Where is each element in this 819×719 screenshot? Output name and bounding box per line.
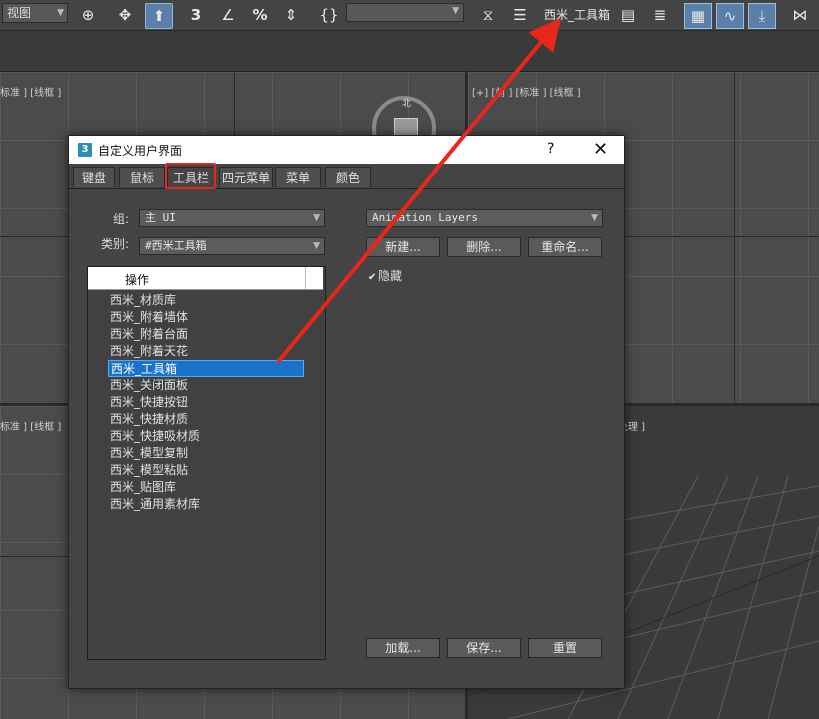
scene-explorer-icon[interactable]: ≣ <box>648 3 672 27</box>
layer-manager-icon[interactable]: ▤ <box>616 3 640 27</box>
column-separator[interactable] <box>305 267 306 289</box>
named-selection-icon[interactable]: {} <box>316 3 342 27</box>
toolbar-select-dropdown[interactable]: Animation Layers ▼ <box>366 209 603 227</box>
dialog-titlebar[interactable]: 3 自定义用户界面 ? ✕ <box>69 136 624 164</box>
group-dropdown-value: 主 UI <box>145 211 176 224</box>
toolbar-select-value: Animation Layers <box>372 211 478 224</box>
view-dropdown-value: 视图 <box>7 6 32 20</box>
tab-annotation-highlight <box>165 163 216 189</box>
customize-ui-dialog: 3 自定义用户界面 ? ✕ 键盘 鼠标 工具栏 四元菜单 菜单 颜色 组: 主 … <box>68 135 625 689</box>
list-item[interactable]: 西米_关闭面板 <box>108 377 308 394</box>
load-button[interactable]: 加载... <box>366 638 440 658</box>
dialog-tabs: 键盘 鼠标 工具栏 四元菜单 菜单 颜色 <box>69 166 624 189</box>
toggle-ribbon-icon[interactable]: ▦ <box>684 3 712 29</box>
list-item[interactable]: 西米_快捷材质 <box>108 411 308 428</box>
category-dropdown[interactable]: #西米工具箱 ▼ <box>139 237 325 255</box>
select-link-icon[interactable]: ⊕ <box>76 3 100 27</box>
help-icon[interactable]: ? <box>547 141 554 157</box>
reset-button[interactable]: 重置 <box>528 638 602 658</box>
main-toolbar: 视图 ▼ ⊕ ✥ ⬆ 3 ∠ % ⇕ {} ▼ ⧖ ☰ 西米_工具箱 ▤ ≣ ▦ … <box>0 0 819 31</box>
action-list-items: 西米_材质库 西米_附着墙体 西米_附着台面 西米_附着天花 西米_工具箱 西米… <box>108 292 308 513</box>
save-button[interactable]: 保存... <box>447 638 521 658</box>
chevron-down-icon: ▼ <box>57 8 64 18</box>
group-dropdown[interactable]: 主 UI ▼ <box>139 209 325 227</box>
list-item[interactable]: 西米_快捷吸材质 <box>108 428 308 445</box>
angle-snap-icon[interactable]: ∠ <box>215 3 241 27</box>
list-item[interactable]: 西米_通用素材库 <box>108 496 308 513</box>
list-item-selected[interactable]: 西米_工具箱 <box>108 360 304 377</box>
select-object-icon[interactable]: ⬆ <box>145 3 173 29</box>
tab-mouse[interactable]: 鼠标 <box>119 167 165 187</box>
chevron-down-icon: ▼ <box>313 213 320 223</box>
list-item[interactable]: 西米_附着墙体 <box>108 309 308 326</box>
tab-colors[interactable]: 颜色 <box>325 167 371 187</box>
chevron-down-icon: ▼ <box>313 241 320 251</box>
list-item[interactable]: 西米_附着天花 <box>108 343 308 360</box>
list-item[interactable]: 西米_材质库 <box>108 292 308 309</box>
tab-menus[interactable]: 菜单 <box>275 167 321 187</box>
mirror-icon[interactable]: ⧖ <box>476 3 500 27</box>
named-selection-dropdown[interactable]: ▼ <box>346 3 464 22</box>
viewcube-north-label: 北 <box>402 99 412 109</box>
category-label: 类别: <box>101 237 130 251</box>
list-item[interactable]: 西米_快捷按钮 <box>108 394 308 411</box>
view-dropdown[interactable]: 视图 ▼ <box>2 3 68 23</box>
chevron-down-icon: ▼ <box>452 6 459 16</box>
tab-keyboard[interactable]: 键盘 <box>73 167 115 187</box>
action-column-header: 操作 <box>125 273 150 287</box>
app-3dsmax-icon: 3 <box>78 143 92 157</box>
snap-3d-icon[interactable]: 3 <box>183 3 209 27</box>
action-list-header[interactable]: 操作 <box>88 267 323 290</box>
delete-button[interactable]: 删除... <box>447 237 521 257</box>
list-item[interactable]: 西米_贴图库 <box>108 479 308 496</box>
curve-editor-icon[interactable]: ∿ <box>716 3 744 29</box>
list-item[interactable]: 西米_附着台面 <box>108 326 308 343</box>
ribbon-area <box>0 31 819 72</box>
list-item[interactable]: 西米_模型复制 <box>108 445 308 462</box>
schematic-view-icon[interactable]: ⋈ <box>787 3 813 27</box>
list-item[interactable]: 西米_模型粘贴 <box>108 462 308 479</box>
spinner-snap-icon[interactable]: ⇕ <box>279 3 303 27</box>
rename-button[interactable]: 重命名... <box>528 237 602 257</box>
toolbox-toolbar-label[interactable]: 西米_工具箱 <box>544 6 610 23</box>
viewport-label[interactable]: [+] [前 ] [标准 ] [线框 ] <box>472 84 581 99</box>
hide-checkbox[interactable]: ✔ 隐藏 <box>368 267 402 284</box>
action-list[interactable]: 操作 西米_材质库 西米_附着墙体 西米_附着台面 西米_附着天花 西米_工具箱… <box>87 266 326 660</box>
new-button[interactable]: 新建... <box>366 237 440 257</box>
checkmark-icon: ✔ <box>368 272 377 283</box>
percent-snap-icon[interactable]: % <box>247 3 273 27</box>
hide-checkbox-label: 隐藏 <box>378 269 403 283</box>
viewport-axis <box>734 72 735 403</box>
tab-quad-menus[interactable]: 四元菜单 <box>219 167 273 187</box>
category-dropdown-value: #西米工具箱 <box>145 239 207 252</box>
viewport-label[interactable]: 标准 ] [线框 ] <box>0 84 61 99</box>
viewport-label[interactable]: 标准 ] [线框 ] <box>0 418 61 433</box>
group-label: 组: <box>113 212 130 226</box>
chevron-down-icon: ▼ <box>591 213 598 223</box>
render-setup-icon[interactable]: ⤓ <box>748 3 776 29</box>
align-icon[interactable]: ☰ <box>508 3 532 27</box>
close-icon[interactable]: ✕ <box>593 139 608 160</box>
move-icon[interactable]: ✥ <box>113 3 137 27</box>
dialog-title: 自定义用户界面 <box>98 144 183 158</box>
